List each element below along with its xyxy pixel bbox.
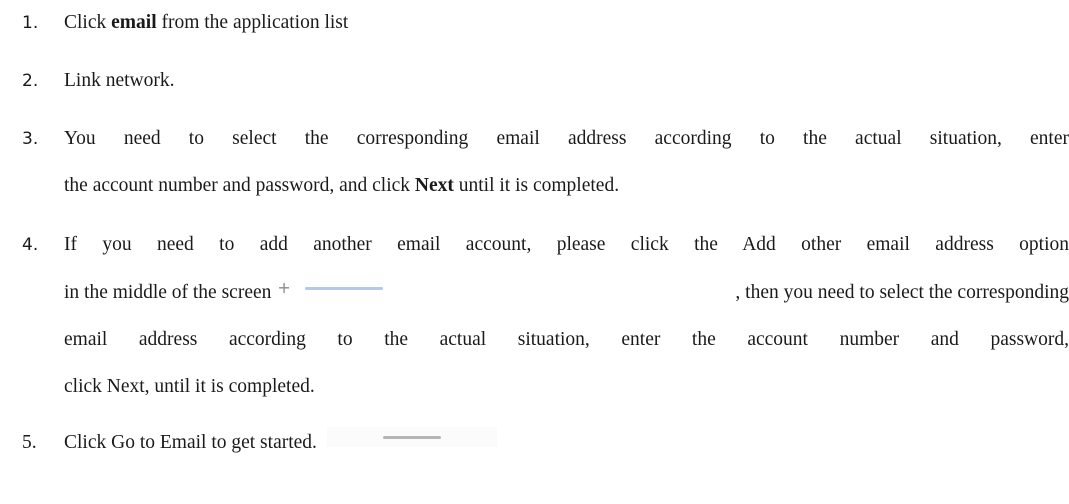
step-1-text: Click email from the application list [64,12,349,33]
take-me-to-gmail-button-screenshot [326,427,497,447]
step-3-line-1: You need to select the corresponding ema… [64,128,1069,149]
step-number: 4. [22,235,39,255]
step-4-line-3: email address according to the actual si… [64,329,1069,350]
step-4-line-4: click Next, until it is completed. [64,376,315,397]
add-another-email-label [305,286,384,290]
next-keyword: Next [414,175,454,196]
step-5-text: Click Go to Email to get started. [64,427,497,455]
step-number: 3. [22,129,39,149]
step-number: 2. [22,71,39,91]
step-4-line-2: in the middle of the screen + , then you… [64,278,1069,304]
take-me-to-gmail-label [382,435,441,439]
step-4-line-1: If you need to add another email account… [64,234,1069,255]
app-name-email: email [111,12,157,33]
step-number: 5. [22,432,37,453]
step-number: 1. [22,13,39,33]
step-3-line-2: the account number and password, and cli… [64,175,620,196]
add-email-address-screenshot: + [277,280,409,296]
step-2-text: Link network. [64,70,175,91]
instruction-document: 1. Click email from the application list… [0,0,1069,504]
plus-icon: + [277,278,291,297]
